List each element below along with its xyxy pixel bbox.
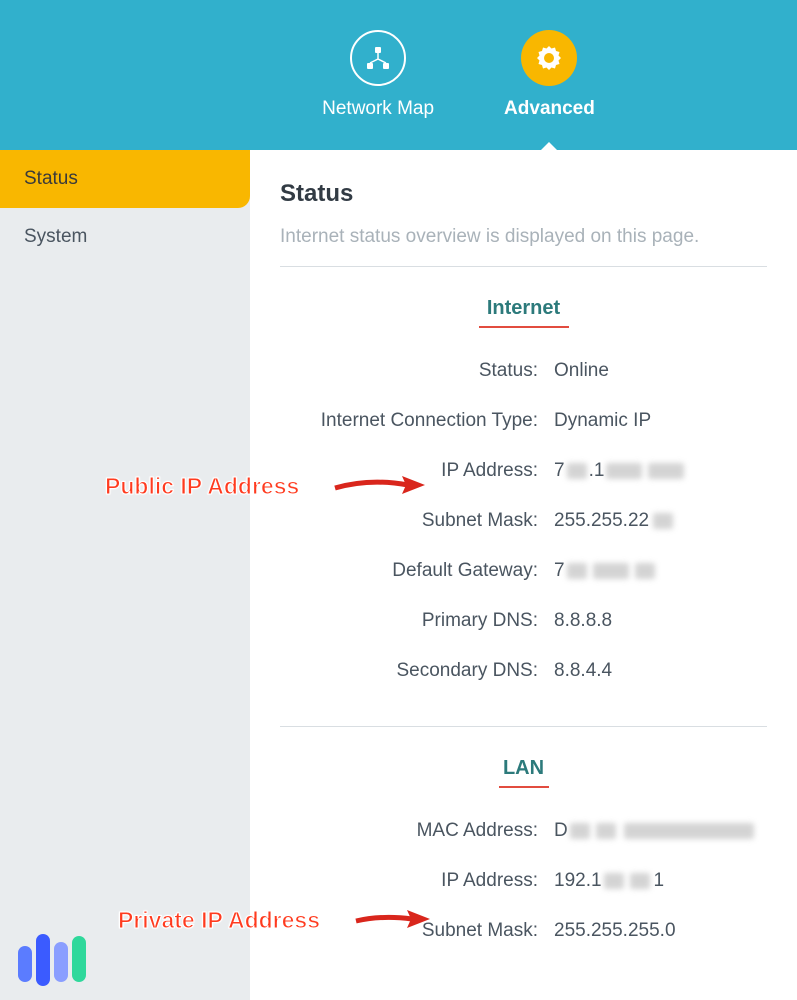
field-subnet-mask: Subnet Mask: 255.255.22	[280, 510, 767, 532]
field-label: Primary DNS:	[280, 610, 550, 632]
redacted-box	[648, 463, 684, 479]
field-value-gateway: 7	[550, 560, 655, 582]
section-title-internet: Internet	[280, 297, 767, 320]
redacted-box	[630, 873, 650, 889]
field-value-sdns: 8.8.4.4	[550, 660, 612, 682]
section-title-lan: LAN	[280, 757, 767, 780]
field-label: IP Address:	[280, 460, 550, 482]
page-title: Status	[280, 180, 767, 208]
logo-bar	[54, 942, 68, 982]
field-value-mac: D	[550, 820, 754, 842]
field-label: Internet Connection Type:	[280, 410, 550, 432]
logo-bar	[36, 934, 50, 986]
redacted-box	[596, 823, 616, 839]
top-nav-bar: Network Map Advanced	[0, 0, 797, 150]
field-value-private-ip: 192.11	[550, 870, 664, 892]
field-value-conn-type: Dynamic IP	[550, 410, 651, 432]
sidebar-item-status[interactable]: Status	[0, 150, 250, 208]
section-underline	[479, 326, 569, 328]
internet-section: Internet Status: Online Internet Connect…	[280, 267, 767, 726]
advanced-gear-icon	[521, 30, 577, 86]
nav-label: Advanced	[504, 98, 595, 120]
active-tab-indicator	[535, 142, 563, 156]
field-default-gateway: Default Gateway: 7	[280, 560, 767, 582]
field-primary-dns: Primary DNS: 8.8.8.8	[280, 610, 767, 632]
redacted-box	[624, 823, 754, 839]
redacted-box	[567, 463, 587, 479]
field-label: Subnet Mask:	[280, 920, 550, 942]
logo-bar	[72, 936, 86, 982]
network-map-icon	[350, 30, 406, 86]
field-lan-ip-address: IP Address: 192.11	[280, 870, 767, 892]
nav-advanced[interactable]: Advanced	[504, 30, 595, 120]
redacted-box	[635, 563, 655, 579]
redacted-box	[606, 463, 642, 479]
field-value-subnet: 255.255.22	[550, 510, 673, 532]
redacted-box	[593, 563, 629, 579]
redacted-box	[570, 823, 590, 839]
field-lan-subnet-mask: Subnet Mask: 255.255.255.0	[280, 920, 767, 942]
main-content: Status Internet status overview is displ…	[250, 150, 797, 1000]
field-label: Secondary DNS:	[280, 660, 550, 682]
field-label: IP Address:	[280, 870, 550, 892]
sidebar: Status System	[0, 150, 250, 1000]
logo-bar	[18, 946, 32, 982]
field-label: Status:	[280, 360, 550, 382]
section-underline	[499, 786, 549, 788]
field-label: MAC Address:	[280, 820, 550, 842]
lan-section: LAN MAC Address: D IP Address: 192.11 Su…	[280, 727, 767, 994]
field-status: Status: Online	[280, 360, 767, 382]
sidebar-item-system[interactable]: System	[0, 208, 250, 266]
brand-logo	[18, 934, 86, 982]
redacted-box	[567, 563, 587, 579]
field-value-lan-subnet: 255.255.255.0	[550, 920, 676, 942]
field-connection-type: Internet Connection Type: Dynamic IP	[280, 410, 767, 432]
field-secondary-dns: Secondary DNS: 8.8.4.4	[280, 660, 767, 682]
page-subtitle: Internet status overview is displayed on…	[280, 226, 767, 248]
nav-label: Network Map	[322, 98, 434, 120]
field-ip-address: IP Address: 7.1	[280, 460, 767, 482]
field-value-public-ip: 7.1	[550, 460, 684, 482]
content-area: Status System Status Internet status ove…	[0, 150, 797, 1000]
redacted-box	[653, 513, 673, 529]
redacted-box	[604, 873, 624, 889]
field-value-status: Online	[550, 360, 609, 382]
field-label: Default Gateway:	[280, 560, 550, 582]
field-mac-address: MAC Address: D	[280, 820, 767, 842]
nav-network-map[interactable]: Network Map	[322, 30, 434, 120]
field-value-pdns: 8.8.8.8	[550, 610, 612, 632]
field-label: Subnet Mask:	[280, 510, 550, 532]
